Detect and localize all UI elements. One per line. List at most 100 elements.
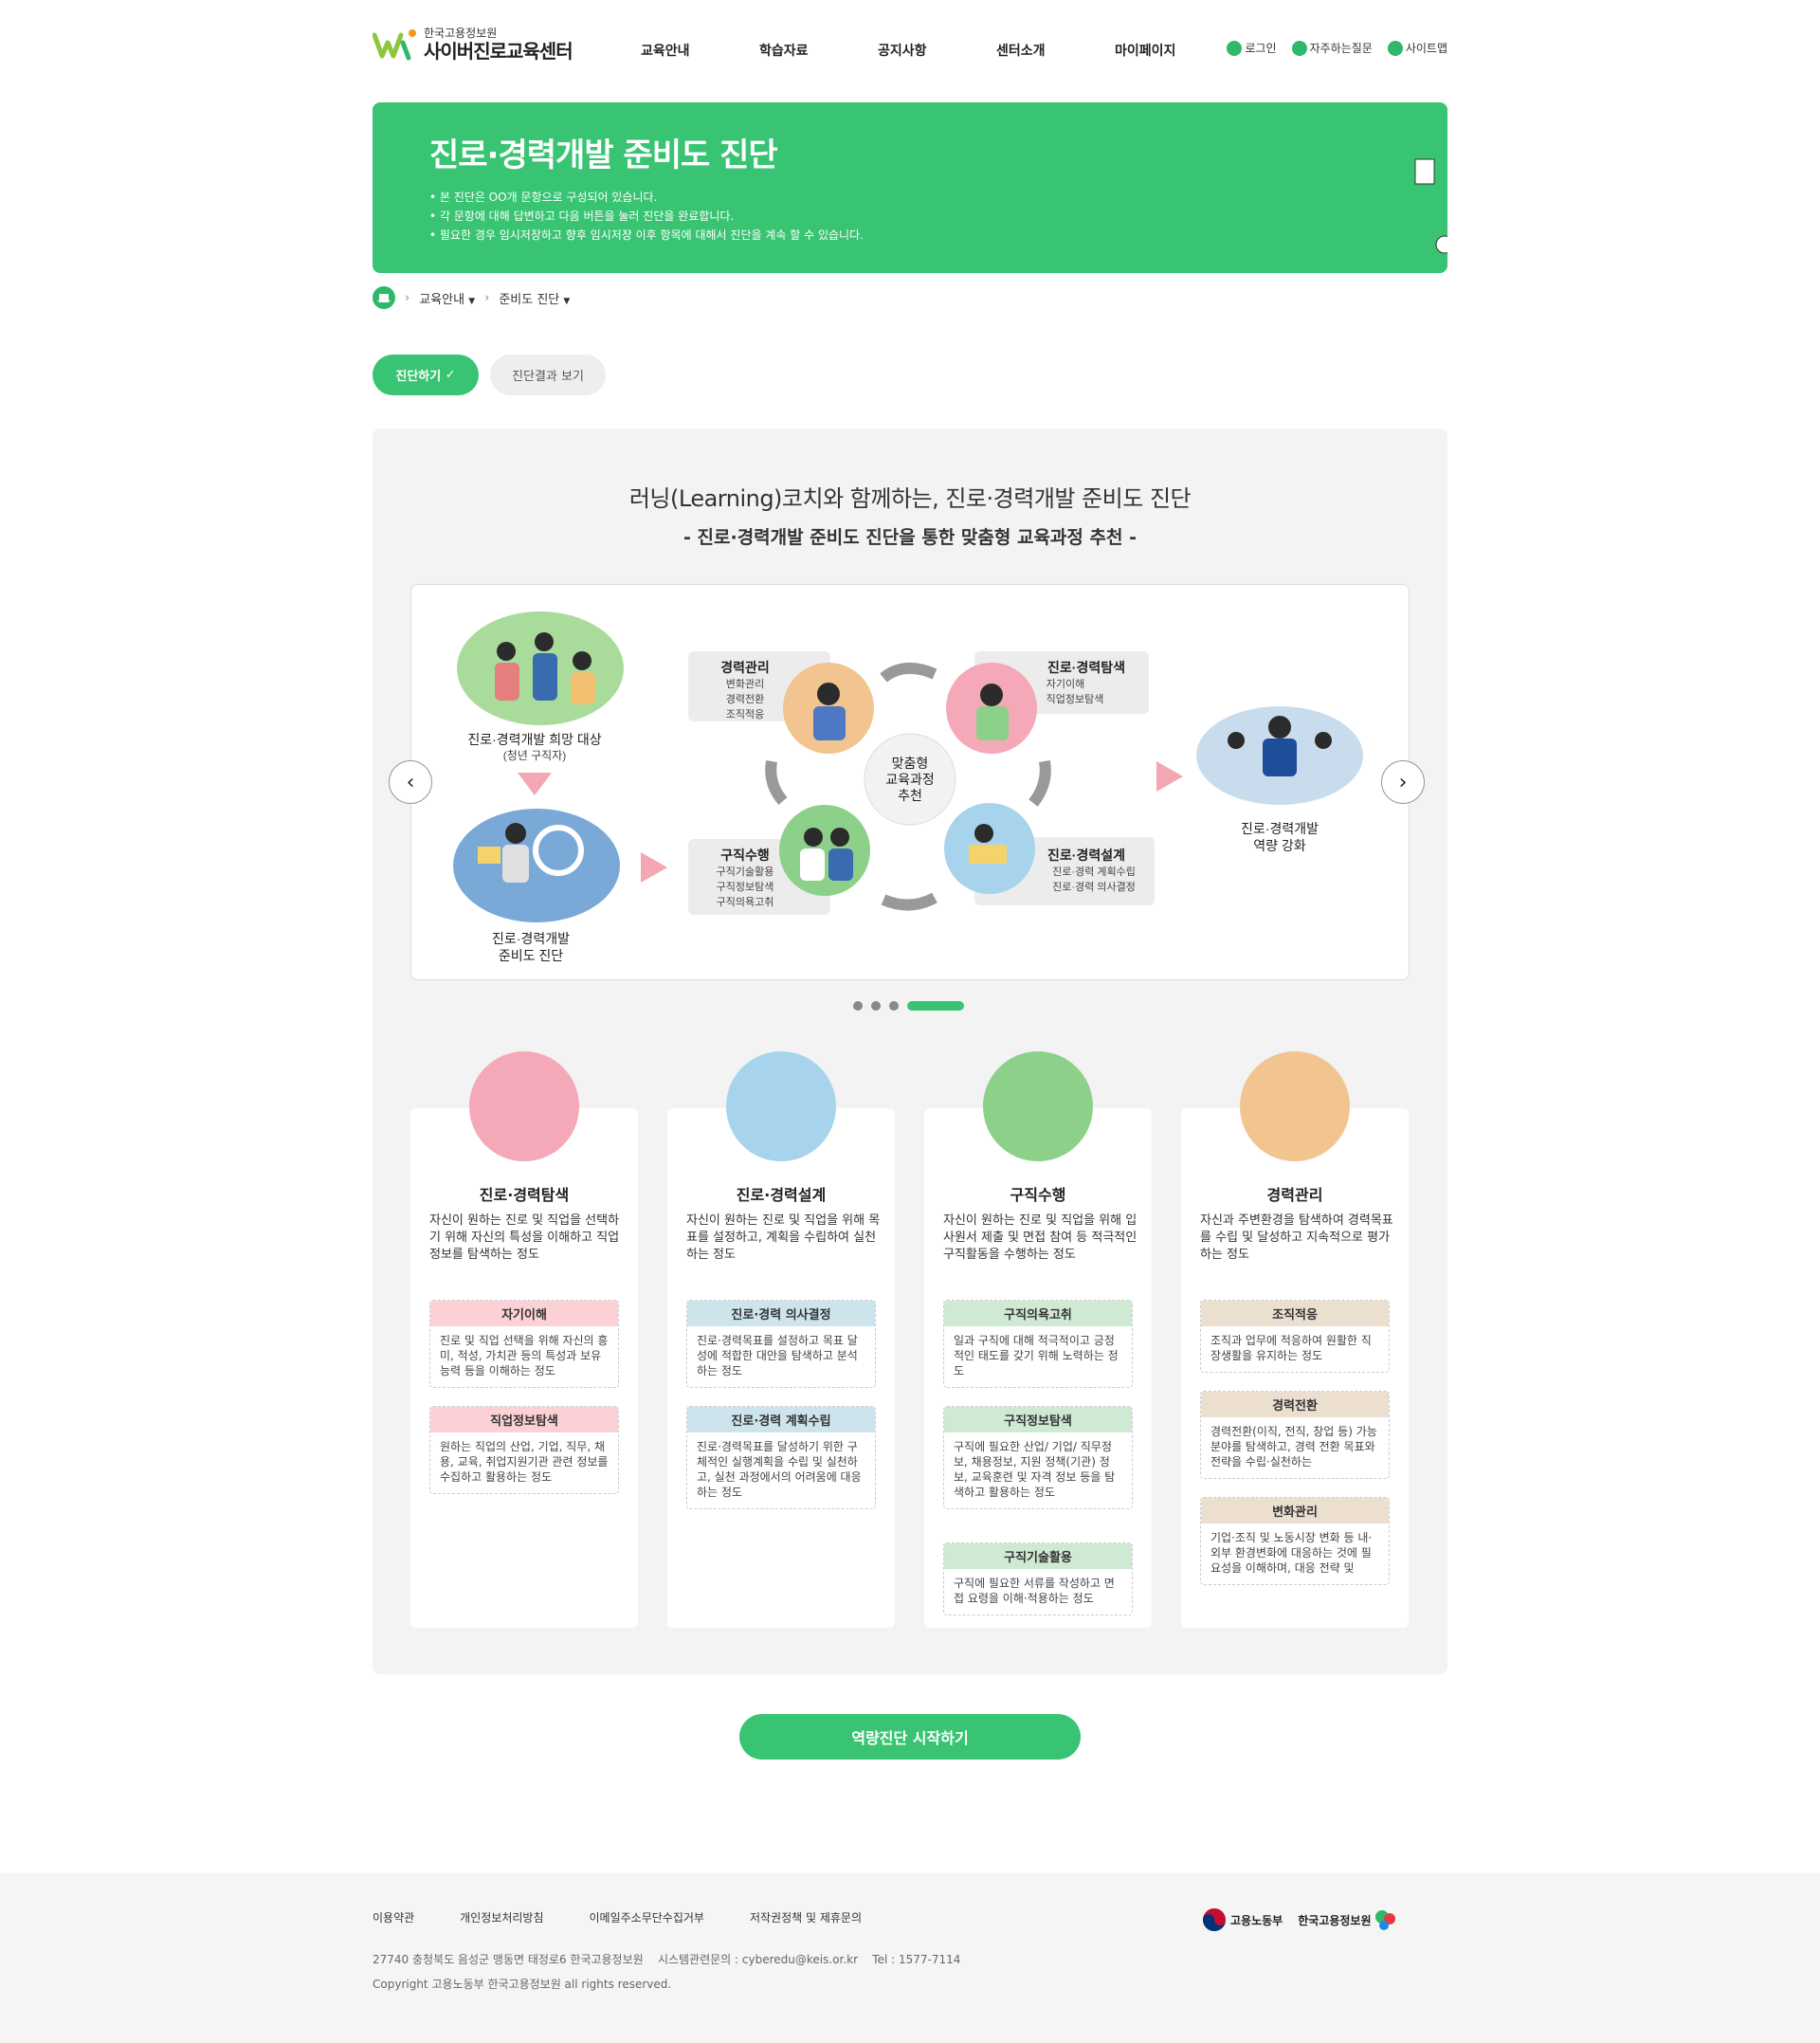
logo-title: 사이버진로교육센터 bbox=[424, 40, 573, 63]
category-card-job-search: 구직수행 자신이 원하는 진로 및 직업을 위해 입사원서 제출 및 면접 참여… bbox=[924, 1051, 1152, 1628]
design-title: 진로·경력설계 bbox=[1047, 848, 1125, 863]
subcategory-body: 구직에 필요한 산업/ 기업/ 직무정보, 채용정보, 지원 정책(기관) 정보… bbox=[954, 1440, 1116, 1499]
subcategory-body: 기업·조직 및 노동시장 변화 등 내·외부 환경변화에 대응하는 것에 필요성… bbox=[1210, 1531, 1373, 1575]
subcategory-box: 구직기술활용 구직에 필요한 서류를 작성하고 면접 요령을 이해·적용하는 정… bbox=[943, 1542, 1133, 1615]
home-icon[interactable] bbox=[373, 286, 395, 309]
subcategory-title: 구직기술활용 bbox=[944, 1543, 1132, 1569]
footer-link-email-policy[interactable]: 이메일주소무단수집거부 bbox=[590, 1909, 704, 1925]
explore-illustration bbox=[469, 1051, 579, 1161]
globe-icon bbox=[1387, 40, 1403, 56]
card-title: 경력관리 bbox=[1266, 1186, 1323, 1204]
start-diagnosis-button[interactable]: 역량진단 시작하기 bbox=[739, 1714, 1081, 1760]
nav-item-materials[interactable]: 학습자료 bbox=[759, 41, 878, 60]
faq-label: 자주하는질문 bbox=[1309, 42, 1373, 55]
tab-label: 진단하기 bbox=[395, 370, 442, 384]
util-nav: 로그인 자주하는질문 사이트맵 bbox=[1227, 40, 1447, 56]
pagination-dot[interactable] bbox=[853, 1001, 863, 1011]
career-mgmt-item: 변화관리 bbox=[726, 678, 764, 690]
footer-link-privacy[interactable]: 개인정보처리방침 bbox=[460, 1909, 543, 1925]
career-mgmt-title: 경력관리 bbox=[720, 660, 770, 675]
banner-illustration bbox=[1414, 158, 1447, 254]
subcategory-body: 경력전환(이직, 전직, 창업 등) 가능 분야를 탐색하고, 경력 전환 목표… bbox=[1210, 1425, 1377, 1468]
tab-diagnose[interactable]: 진단하기 ✓ bbox=[373, 355, 479, 395]
banner-note: • 각 문항에 대해 답변하고 다음 버튼을 눌러 진단을 완료합니다. bbox=[429, 210, 735, 223]
career-mgmt-illustration bbox=[1240, 1051, 1350, 1161]
job-search-item: 구직의욕고취 bbox=[717, 896, 774, 908]
category-card-design: 진로·경력설계 자신이 원하는 진로 및 직업을 위해 목표를 설정하고, 계획… bbox=[667, 1051, 895, 1628]
subcategory-title: 경력전환 bbox=[1201, 1392, 1389, 1417]
subcategory-box: 경력전환 경력전환(이직, 전직, 창업 등) 가능 분야를 탐색하고, 경력 … bbox=[1200, 1391, 1390, 1479]
banner-note: • 본 진단은 OO개 문항으로 구성되어 있습니다. bbox=[429, 191, 658, 204]
subcategory-title: 직업정보탐색 bbox=[430, 1407, 618, 1432]
ministry-logo[interactable]: 고용노동부 bbox=[1202, 1907, 1283, 1932]
nav-item-mypage[interactable]: 마이페이지 bbox=[1115, 41, 1233, 60]
subcategory-body: 원하는 직업의 산업, 기업, 직무, 채용, 교육, 취업지원기관 관련 정보… bbox=[440, 1440, 609, 1484]
breadcrumb-item-education[interactable]: 교육안내 ▼ bbox=[419, 289, 475, 307]
card-description: 자신과 주변환경을 탐색하여 경력목표를 수립 및 달성하고 지속적으로 평가하… bbox=[1200, 1213, 1393, 1262]
subcategory-body: 진로·경력목표를 달성하기 위한 구체적인 실행계획을 수립 및 실천하고, 실… bbox=[697, 1440, 862, 1499]
subcategory-title: 진로·경력 의사결정 bbox=[687, 1301, 875, 1326]
arrow-right-icon bbox=[641, 852, 667, 883]
subcategory-box: 구직의욕고취 일과 구직에 대해 적극적이고 긍정적인 태도를 갖기 위해 노력… bbox=[943, 1300, 1133, 1388]
prev-slide-button[interactable]: ‹ bbox=[389, 760, 432, 804]
explore-item: 직업정보탐색 bbox=[1046, 693, 1104, 705]
subcategory-title: 자기이해 bbox=[430, 1301, 618, 1326]
login-link[interactable]: 로그인 bbox=[1227, 40, 1277, 56]
diagnosis-panel: 러닝(Learning)코치와 함께하는, 진로·경력개발 준비도 진단 - 진… bbox=[373, 429, 1447, 1674]
job-search-item: 구직정보탐색 bbox=[717, 881, 774, 893]
main-nav: 교육안내 학습자료 공지사항 센터소개 마이페이지 bbox=[641, 41, 1233, 60]
diagnosis-title-2: 준비도 진단 bbox=[499, 948, 563, 963]
footer-link-terms[interactable]: 이용약관 bbox=[373, 1909, 414, 1925]
nav-item-education[interactable]: 교육안내 bbox=[641, 41, 759, 60]
chevron-right-icon: › bbox=[484, 290, 490, 305]
site-logo[interactable]: 한국고용정보원 사이버진로교육센터 bbox=[373, 26, 573, 64]
pagination-dot[interactable] bbox=[871, 1001, 881, 1011]
subcategory-title: 조직적응 bbox=[1201, 1301, 1389, 1326]
nav-item-about[interactable]: 센터소개 bbox=[996, 41, 1115, 60]
sitemap-link[interactable]: 사이트맵 bbox=[1387, 40, 1447, 56]
logo-icon bbox=[373, 29, 416, 61]
process-slide: 진로·경력개발 희망 대상 (청년 구직자) 진로·경력개발 준비도 진단 맞춤… bbox=[410, 584, 1410, 980]
card-description: 자신이 원하는 진로 및 직업을 위해 입사원서 제출 및 면접 참여 등 적극… bbox=[943, 1213, 1138, 1262]
diagnosis-illustration bbox=[453, 809, 620, 922]
result-title-1: 진로·경력개발 bbox=[1241, 821, 1319, 836]
breadcrumb-item-diagnosis[interactable]: 준비도 진단 ▼ bbox=[499, 289, 570, 307]
target-subtitle: (청년 구직자) bbox=[503, 749, 567, 762]
site-footer: 이용약관 개인정보처리방침 이메일주소무단수집거부 저작권정책 및 제휴문의 2… bbox=[0, 1873, 1820, 2043]
login-label: 로그인 bbox=[1245, 42, 1277, 55]
keis-label: 한국고용정보원 bbox=[1298, 1913, 1372, 1927]
arrow-down-icon bbox=[518, 773, 552, 795]
arrow-right-icon bbox=[1156, 761, 1183, 792]
footer-link-copyright[interactable]: 저작권정책 및 제휴문의 bbox=[750, 1909, 862, 1925]
pagination-dot[interactable] bbox=[889, 1001, 899, 1011]
keis-leaf-icon bbox=[1375, 1910, 1396, 1930]
footer-address: 27740 충청북도 음성군 맹동면 태정로6 한국고용정보원 시스템관련문의 … bbox=[373, 1953, 961, 1966]
career-mgmt-item: 조직적응 bbox=[726, 708, 764, 721]
keis-logo[interactable]: 한국고용정보원 bbox=[1298, 1907, 1397, 1932]
chat-icon bbox=[1291, 40, 1307, 56]
pagination-dot-active[interactable] bbox=[907, 1001, 964, 1011]
subcategory-box: 직업정보탐색 원하는 직업의 산업, 기업, 직무, 채용, 교육, 취업지원기… bbox=[429, 1406, 619, 1494]
sitemap-label: 사이트맵 bbox=[1405, 42, 1447, 55]
design-item: 진로·경력 의사결정 bbox=[1052, 881, 1136, 893]
design-item: 진로·경력 계획수립 bbox=[1052, 866, 1136, 878]
chevron-right-icon: › bbox=[405, 290, 410, 305]
user-icon bbox=[1227, 40, 1243, 56]
career-mgmt-item: 경력전환 bbox=[726, 693, 764, 705]
subcategory-title: 구직의욕고취 bbox=[944, 1301, 1132, 1326]
subcategory-box: 진로·경력 의사결정 진로·경력목표를 설정하고 목표 달성에 적합한 대안을 … bbox=[686, 1300, 876, 1388]
tab-bar: 진단하기 ✓ 진단결과 보기 bbox=[373, 355, 606, 395]
subcategory-box: 조직적응 조직과 업무에 적응하여 원활한 직장생활을 유지하는 정도 bbox=[1200, 1300, 1390, 1373]
explore-item: 자기이해 bbox=[1046, 677, 1084, 690]
caret-down-icon: ▼ bbox=[468, 296, 476, 306]
subcategory-body: 일과 구직에 대해 적극적이고 긍정적인 태도를 갖기 위해 노력하는 정도 bbox=[954, 1334, 1119, 1377]
tab-results[interactable]: 진단결과 보기 bbox=[490, 355, 606, 395]
explore-title: 진로·경력탐색 bbox=[1047, 660, 1125, 675]
subcategory-body: 진로 및 직업 선택을 위해 자신의 흥미, 적성, 가치관 등의 특성과 보유… bbox=[440, 1334, 609, 1377]
nav-item-notice[interactable]: 공지사항 bbox=[878, 41, 996, 60]
next-slide-button[interactable]: › bbox=[1381, 760, 1425, 804]
intro-title: 러닝(Learning)코치와 함께하는, 진로·경력개발 준비도 진단 bbox=[628, 485, 1192, 512]
taegeuk-icon bbox=[1203, 1908, 1226, 1931]
faq-link[interactable]: 자주하는질문 bbox=[1291, 40, 1373, 56]
subcategory-title: 변화관리 bbox=[1201, 1498, 1389, 1523]
